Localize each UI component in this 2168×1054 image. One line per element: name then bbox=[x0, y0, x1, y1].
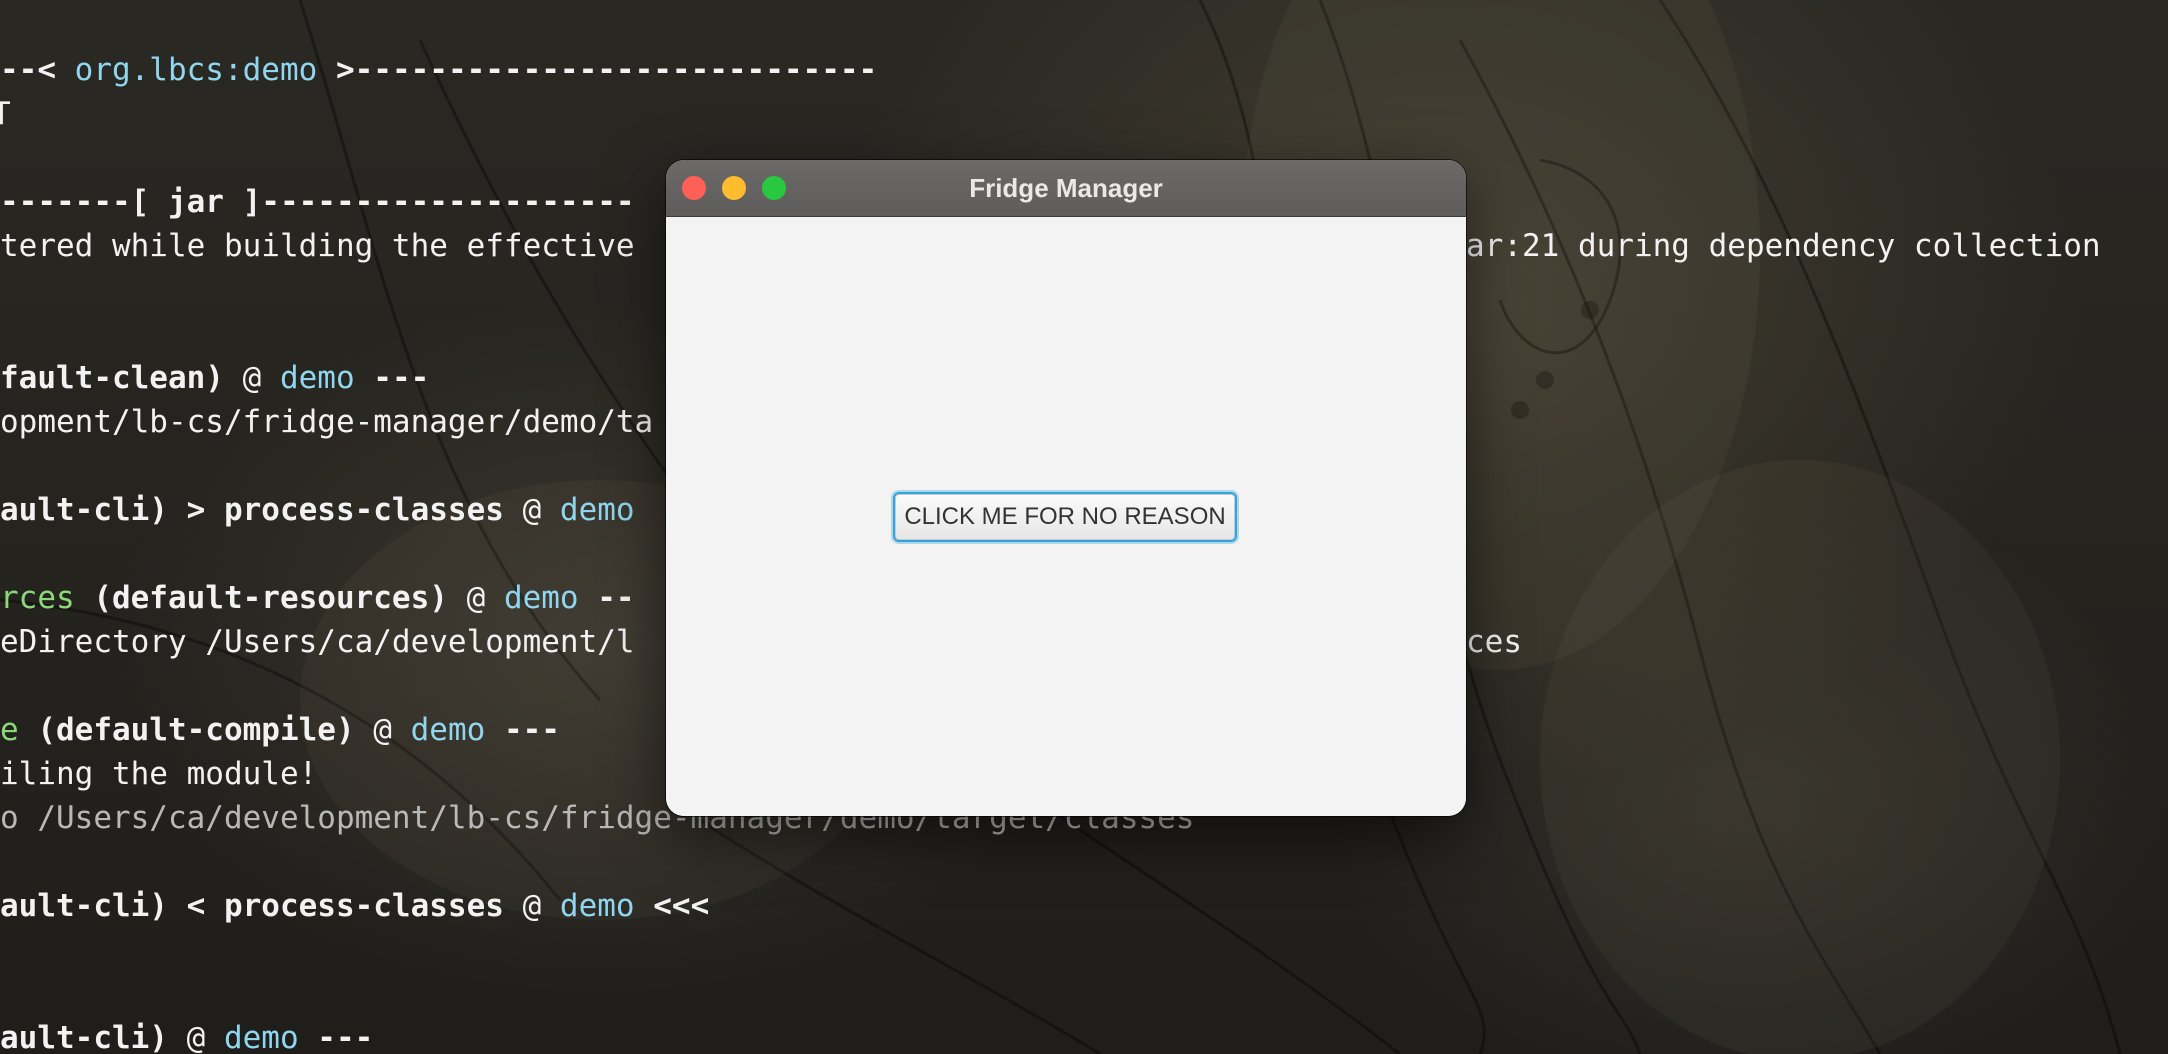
terminal-text-segment: @ bbox=[503, 888, 560, 924]
terminal-text-segment: --< bbox=[0, 52, 75, 88]
window-title: Fridge Manager bbox=[969, 173, 1163, 203]
terminal-line: iling the module! bbox=[0, 752, 317, 796]
terminal-line: e (default-compile) @ demo --- bbox=[0, 708, 560, 752]
minimize-window-button[interactable] bbox=[722, 176, 746, 200]
terminal-line: T bbox=[0, 92, 11, 136]
terminal-line: -------[ jar ]-------------------- bbox=[0, 180, 635, 224]
terminal-text-segment: demo bbox=[279, 360, 355, 396]
terminal-text-segment: demo bbox=[223, 1020, 299, 1054]
window-content: CLICK ME FOR NO REASON bbox=[666, 217, 1466, 816]
terminal-text-segment: (default-resources) bbox=[74, 580, 448, 616]
terminal-text-segment: e bbox=[0, 712, 19, 748]
terminal-text-segment: rces bbox=[0, 580, 75, 616]
terminal-line: fault-clean) @ demo --- bbox=[0, 356, 429, 400]
terminal-text-segment: tered while building the effective bbox=[0, 228, 635, 264]
terminal-text-segment: eDirectory /Users/ca/development/l bbox=[0, 624, 635, 660]
terminal-text-segment: demo bbox=[503, 580, 579, 616]
terminal-text-segment: ault-cli) bbox=[0, 1020, 168, 1054]
terminal-text-segment: demo bbox=[410, 712, 486, 748]
terminal-line: opment/lb-cs/fridge-manager/demo/ta bbox=[0, 400, 653, 444]
terminal-text-segment: @ bbox=[503, 492, 560, 528]
click-me-button[interactable]: CLICK ME FOR NO REASON bbox=[893, 492, 1237, 542]
terminal-text-segment: org.lbcs:demo bbox=[74, 52, 318, 88]
terminal-line: ault-cli) @ demo --- bbox=[0, 1016, 373, 1054]
terminal-line: ault-cli) > process-classes @ demo bbox=[0, 488, 635, 532]
terminal-text-segment: demo bbox=[559, 492, 635, 528]
terminal-text-segment: (default-compile) bbox=[18, 712, 355, 748]
terminal-text-segment: @ bbox=[447, 580, 504, 616]
terminal-text-segment: --- bbox=[485, 712, 560, 748]
terminal-text-segment: --- bbox=[298, 1020, 374, 1054]
close-window-button[interactable] bbox=[682, 176, 706, 200]
terminal-text-segment: @ bbox=[223, 360, 280, 396]
terminal-line: --< org.lbcs:demo >---------------------… bbox=[0, 48, 877, 92]
fridge-manager-window: Fridge Manager CLICK ME FOR NO REASON bbox=[666, 160, 1466, 816]
terminal-text-segment: >---------------------------- bbox=[317, 52, 878, 88]
terminal-text-segment: @ bbox=[167, 1020, 224, 1054]
terminal-text-segment: ces bbox=[1466, 624, 1522, 660]
terminal-text-segment: <<< bbox=[634, 888, 710, 924]
terminal-line: ces bbox=[1466, 620, 1522, 664]
terminal-text-segment: --- bbox=[354, 360, 430, 396]
terminal-text-segment: fault-clean) bbox=[0, 360, 224, 396]
terminal-text-segment: opment/lb-cs/fridge-manager/demo/ta bbox=[0, 404, 654, 440]
terminal-line: eDirectory /Users/ca/development/l bbox=[0, 620, 635, 664]
terminal-text-segment: -- bbox=[578, 580, 635, 616]
maximize-window-button[interactable] bbox=[762, 176, 786, 200]
terminal-text-segment: ault-cli) > process-classes bbox=[0, 492, 504, 528]
terminal-line: tered while building the effective bbox=[0, 224, 635, 268]
terminal-text-segment: T bbox=[0, 96, 11, 132]
terminal-line: ar:21 during dependency collection bbox=[1466, 224, 2101, 268]
terminal-text-segment: -------[ jar ]-------------------- bbox=[0, 184, 635, 220]
terminal-text-segment: @ bbox=[354, 712, 411, 748]
terminal-line: rces (default-resources) @ demo -- bbox=[0, 576, 635, 620]
terminal-text-segment: ault-cli) < process-classes bbox=[0, 888, 504, 924]
terminal-text-segment: iling the module! bbox=[0, 756, 318, 792]
window-titlebar[interactable]: Fridge Manager bbox=[666, 160, 1466, 217]
terminal-text-segment: demo bbox=[559, 888, 635, 924]
terminal-line: ault-cli) < process-classes @ demo <<< bbox=[0, 884, 709, 928]
terminal-text-segment: ar:21 during dependency collection bbox=[1466, 228, 2101, 264]
